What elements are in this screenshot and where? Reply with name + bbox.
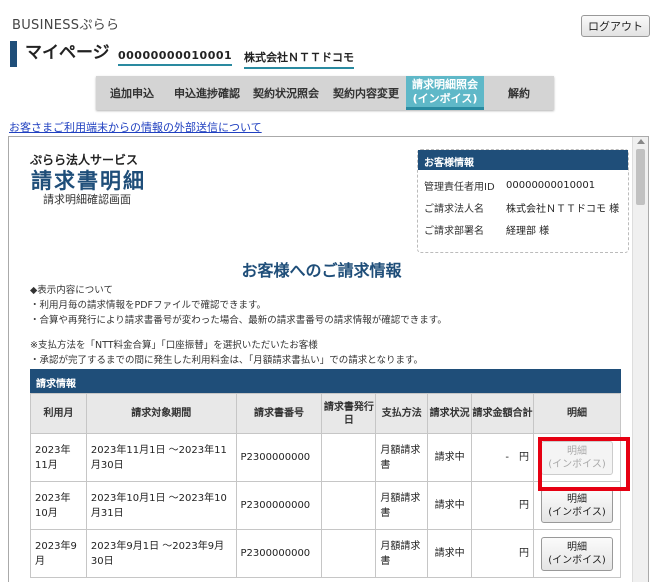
tab-billing-invoice[interactable]: 請求明細照会 (インボイス) <box>406 76 484 110</box>
main-tabs: 追加申込 申込進捗確認 契約状況照会 契約内容変更 請求明細照会 (インボイス)… <box>96 76 554 110</box>
cell-payment: 月額請求書 <box>375 433 429 482</box>
cell-period: 2023年10月1日 ～2023年10月31日 <box>85 481 237 530</box>
detail-button-label: 明細 (インボイス) <box>548 445 606 470</box>
table-header-row: 利用月 請求対象期間 請求書番号 請求書発行日 支払方法 請求状況 請求金額合計… <box>30 393 622 434</box>
document-subtitle: 請求明細確認画面 <box>43 193 131 206</box>
cell-detail: 明細 (インボイス) <box>532 529 622 578</box>
detail-invoice-button[interactable]: 明細 (インボイス) <box>540 536 613 571</box>
cell-period: 2023年9月1日 ～2023年9月30日 <box>85 529 237 578</box>
customer-info-key: ご請求部署名 <box>424 225 484 237</box>
tab-billing-label: 請求明細照会 <box>412 77 478 91</box>
cell-amount: 円 <box>471 481 534 530</box>
detail-invoice-button[interactable]: 明細 (インボイス) <box>540 488 613 523</box>
cell-period: 2023年11月1日 ～2023年11月30日 <box>85 433 237 482</box>
page-title: マイページ <box>25 43 110 63</box>
column-header: 請求書発行日 <box>321 393 377 434</box>
cell-detail: 明細 (インボイス) <box>532 433 622 482</box>
cell-month: 2023年9月 <box>30 529 87 578</box>
cell-amount: 円 <box>471 529 534 578</box>
tab-billing-sublabel: (インボイス) <box>412 91 478 105</box>
billing-heading: 請求情報 <box>30 369 621 393</box>
note-line: ◆表示内容について <box>30 285 114 296</box>
column-header: 明細 <box>532 393 622 434</box>
customer-info-row: ご請求法人名 株式会社ＮＴＴドコモ 様 <box>418 196 628 218</box>
customer-info-value: 株式会社ＮＴＴドコモ 様 <box>506 203 620 215</box>
note-line: ・合算や再発行により請求書番号が変わった場合、最新の請求書番号の請求情報が確認で… <box>30 315 447 326</box>
detail-button-label: 明細 (インボイス) <box>548 493 606 518</box>
customer-info-key: 管理責任者用ID <box>424 181 495 193</box>
cell-invoice-no: P2300000000 <box>235 433 323 482</box>
customer-info-value: 00000000010001 <box>506 179 596 191</box>
note-line: ※支払方法を「NTT料金合算」「口座振替」を選択いただいたお客様 <box>30 340 318 351</box>
table-row: 2023年10月 2023年10月1日 ～2023年10月31日 P230000… <box>30 481 622 530</box>
brand-logo: BUSINESSぷらら <box>12 18 120 33</box>
notes: ◆表示内容について ・利用月毎の請求情報をPDFファイルで確認できます。 ・合算… <box>30 283 447 368</box>
customer-info-box: お客様情報 管理責任者用ID 00000000010001 ご請求法人名 株式会… <box>417 149 629 253</box>
column-header: 請求対象期間 <box>85 393 237 434</box>
detail-invoice-button[interactable]: 明細 (インボイス) <box>540 440 613 475</box>
billing-table: 利用月 請求対象期間 請求書番号 請求書発行日 支払方法 請求状況 請求金額合計… <box>30 393 622 578</box>
cell-month: 2023年10月 <box>30 481 87 530</box>
table-row: 2023年9月 2023年9月1日 ～2023年9月30日 P230000000… <box>30 529 622 578</box>
scroll-thumb[interactable] <box>636 149 645 205</box>
corp-name: 株式会社ＮＴＴドコモ <box>244 49 354 69</box>
customer-info-row: ご請求部署名 経理部 様 <box>418 218 628 240</box>
cell-detail: 明細 (インボイス) <box>532 481 622 530</box>
tab-cancel[interactable]: 解約 <box>484 76 554 110</box>
customer-info-value: 経理部 様 <box>506 225 550 237</box>
logout-button[interactable]: ログアウト <box>581 15 650 37</box>
cell-invoice-no: P2300000000 <box>235 481 323 530</box>
tab-contract-change[interactable]: 契約内容変更 <box>326 76 406 110</box>
detail-button-label: 明細 (インボイス) <box>548 541 606 566</box>
greeting-heading: お客様へのご請求情報 <box>241 261 402 280</box>
external-transmission-link[interactable]: お客さまご利用端末からの情報の外部送信について <box>9 119 262 135</box>
note-line: ・承認が完了するまでの間に発生した利用料金は、「月額請求書払い」での請求となりま… <box>30 355 424 366</box>
customer-info-row: 管理責任者用ID 00000000010001 <box>418 174 628 196</box>
cell-status: 請求中 <box>427 481 473 530</box>
cell-amount: - 円 <box>471 433 534 482</box>
cell-payment: 月額請求書 <box>375 529 429 578</box>
cell-issue-date <box>321 481 377 530</box>
cell-status: 請求中 <box>427 529 473 578</box>
cell-issue-date <box>321 529 377 578</box>
page-title-bar: マイページ <box>10 41 110 67</box>
scrollbar[interactable] <box>632 137 648 582</box>
scroll-up-icon[interactable] <box>637 139 645 144</box>
column-header: 請求書番号 <box>235 393 323 434</box>
cell-invoice-no: P2300000000 <box>235 529 323 578</box>
tab-add-order[interactable]: 追加申込 <box>96 76 168 110</box>
user-id: 00000000010001 <box>118 49 233 66</box>
cell-payment: 月額請求書 <box>375 481 429 530</box>
note-line: ・利用月毎の請求情報をPDFファイルで確認できます。 <box>30 300 267 311</box>
cell-issue-date <box>321 433 377 482</box>
content-frame: ぷらら法人サービス 請求書明細 請求明細確認画面 お客様情報 管理責任者用ID … <box>8 136 649 582</box>
column-header: 請求金額合計 <box>471 393 534 434</box>
customer-info-key: ご請求法人名 <box>424 203 484 215</box>
cell-status: 請求中 <box>427 433 473 482</box>
tab-contract-status[interactable]: 契約状況照会 <box>246 76 326 110</box>
cell-month: 2023年11月 <box>30 433 87 482</box>
tab-order-progress[interactable]: 申込進捗確認 <box>168 76 246 110</box>
column-header: 支払方法 <box>375 393 429 434</box>
column-header: 利用月 <box>30 393 87 434</box>
customer-info-heading: お客様情報 <box>418 150 628 170</box>
table-row: 2023年11月 2023年11月1日 ～2023年11月30日 P230000… <box>30 433 622 482</box>
column-header: 請求状況 <box>427 393 473 434</box>
